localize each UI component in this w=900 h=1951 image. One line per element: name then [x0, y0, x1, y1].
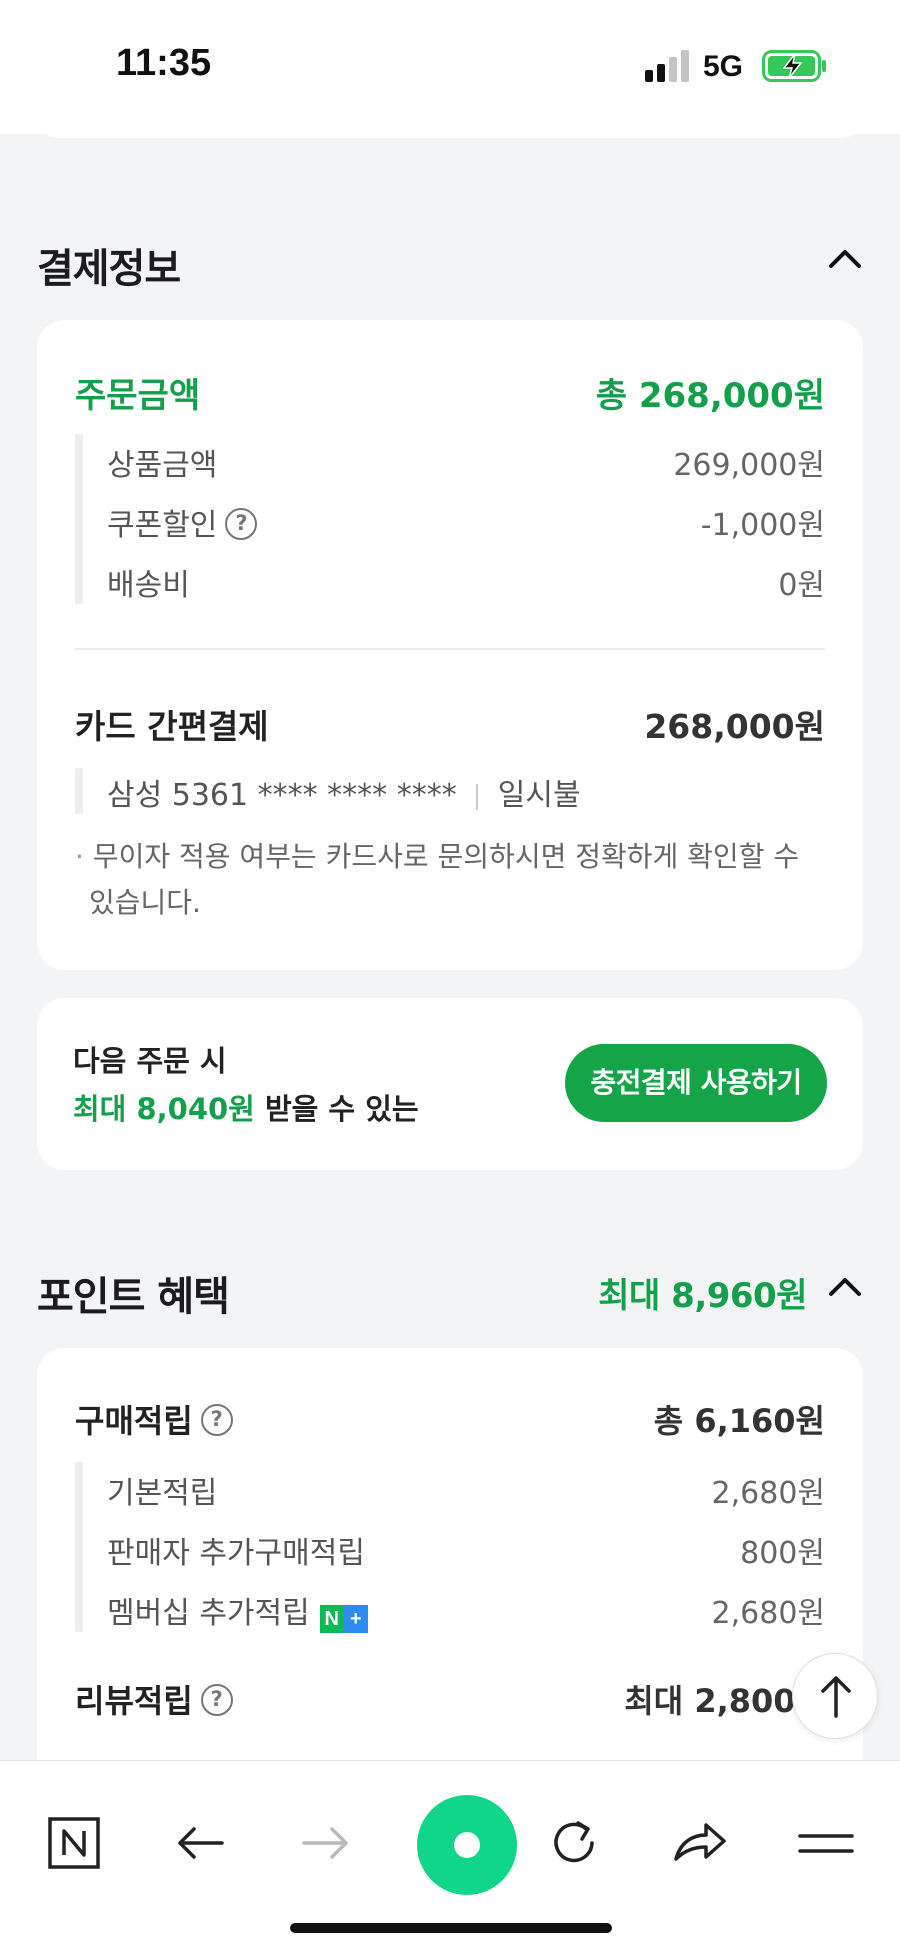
naver-home-icon[interactable]: [42, 1811, 106, 1875]
interest-free-note: · 무이자 적용 여부는 카드사로 문의하시면 정확하게 확인할 수 있습니다.: [75, 834, 835, 926]
battery-charging-icon: [762, 50, 826, 82]
scroll-to-top-button[interactable]: [792, 1653, 878, 1739]
network-label: 5G: [703, 50, 744, 83]
help-icon[interactable]: ?: [200, 1404, 233, 1436]
card-payment-label: 카드 간편결제: [75, 707, 269, 746]
payment-info-title: 결제정보: [37, 246, 181, 292]
seller-points-label: 판매자 추가구매적립: [107, 1536, 365, 1571]
refresh-icon[interactable]: [542, 1811, 606, 1875]
divider: [75, 648, 825, 650]
promo-line-1: 다음 주문 시: [73, 1044, 227, 1078]
order-amount-total: 총 268,000원: [595, 376, 825, 416]
menu-icon[interactable]: [794, 1811, 858, 1875]
purchase-points-total: 총 6,160원: [653, 1402, 825, 1440]
list-item: 기본적립 2,680원: [37, 1468, 863, 1512]
order-amount-row: 주문금액 총 268,000원: [37, 368, 863, 418]
arrow-up-icon: [821, 1676, 851, 1718]
naver-plus-badge: N +: [319, 1598, 368, 1633]
list-item: 상품금액 269,000원: [37, 440, 863, 484]
points-title: 포인트 혜택: [37, 1274, 230, 1320]
separator: [476, 783, 479, 810]
basic-points-value: 2,680원: [711, 1476, 825, 1511]
coupon-discount-value: -1,000원: [700, 508, 825, 543]
share-icon[interactable]: [668, 1811, 732, 1875]
payment-info-card: 주문금액 총 268,000원 상품금액 269,000원 쿠폰할인? -1,0…: [37, 320, 863, 970]
installment-label: 일시불: [497, 778, 581, 813]
payment-info-header[interactable]: 결제정보: [37, 230, 863, 292]
order-amount-label: 주문금액: [75, 376, 201, 416]
membership-points-value: 2,680원: [711, 1596, 825, 1631]
promo-line-2: 최대 8,040원 받을 수 있는: [73, 1086, 419, 1128]
card-info-row: 삼성 5361 **** **** **** 일시불: [37, 770, 863, 814]
promo-card: 다음 주문 시 최대 8,040원 받을 수 있는 충전결제 사용하기: [37, 998, 863, 1170]
green-dot-icon[interactable]: [415, 1793, 519, 1897]
basic-points-label: 기본적립: [107, 1476, 218, 1511]
promo-line-2-rest: 받을 수 있는: [254, 1092, 419, 1126]
previous-card-edge: [37, 116, 863, 138]
charge-payment-button[interactable]: 충전결제 사용하기: [565, 1044, 827, 1122]
points-card: 구매적립? 총 6,160원 기본적립 2,680원 판매자 추가구매적립 80…: [37, 1348, 863, 1788]
back-arrow-icon[interactable]: [168, 1811, 232, 1875]
shipping-fee-value: 0원: [778, 568, 825, 603]
purchase-points-label: 구매적립: [75, 1402, 193, 1440]
signal-icon: [645, 50, 689, 82]
points-max: 최대 8,960원: [598, 1276, 807, 1316]
card-payment-row: 카드 간편결제 268,000원: [37, 700, 863, 750]
review-points-label: 리뷰적립: [75, 1682, 193, 1720]
home-indicator: [290, 1923, 612, 1933]
list-item: 멤버십 추가적립 N + 2,680원: [37, 1588, 863, 1633]
review-points-row: 리뷰적립? 최대 2,800원: [37, 1676, 863, 1726]
points-header[interactable]: 포인트 혜택 최대 8,960원: [37, 1258, 863, 1320]
card-payment-amount: 268,000원: [644, 707, 825, 746]
membership-points-label: 멤버십 추가적립: [107, 1596, 310, 1631]
list-item: 쿠폰할인? -1,000원: [37, 500, 863, 544]
browser-toolbar: [0, 1760, 900, 1951]
shipping-fee-label: 배송비: [107, 568, 190, 603]
chevron-up-icon[interactable]: [827, 1272, 863, 1300]
card-number: 삼성 5361 **** **** ****: [107, 778, 457, 813]
product-amount-value: 269,000원: [673, 448, 825, 483]
list-item: 배송비 0원: [37, 560, 863, 604]
purchase-points-row: 구매적립? 총 6,160원: [37, 1396, 863, 1446]
status-bar: 11:35 5G: [0, 0, 900, 134]
help-icon[interactable]: ?: [200, 1684, 233, 1716]
promo-highlight: 최대 8,040원: [73, 1092, 255, 1126]
forward-arrow-icon[interactable]: [294, 1811, 358, 1875]
product-amount-label: 상품금액: [107, 448, 218, 483]
coupon-discount-label: 쿠폰할인: [107, 508, 218, 543]
help-icon[interactable]: ?: [225, 507, 258, 540]
seller-points-value: 800원: [740, 1536, 825, 1571]
status-time: 11:35: [116, 42, 212, 84]
chevron-up-icon[interactable]: [827, 244, 863, 272]
list-item: 판매자 추가구매적립 800원: [37, 1528, 863, 1572]
note-line-2: 있습니다.: [89, 886, 201, 919]
note-line-1: 무이자 적용 여부는 카드사로 문의하시면 정확하게 확인할 수: [92, 840, 800, 873]
bullet: ·: [75, 840, 84, 873]
